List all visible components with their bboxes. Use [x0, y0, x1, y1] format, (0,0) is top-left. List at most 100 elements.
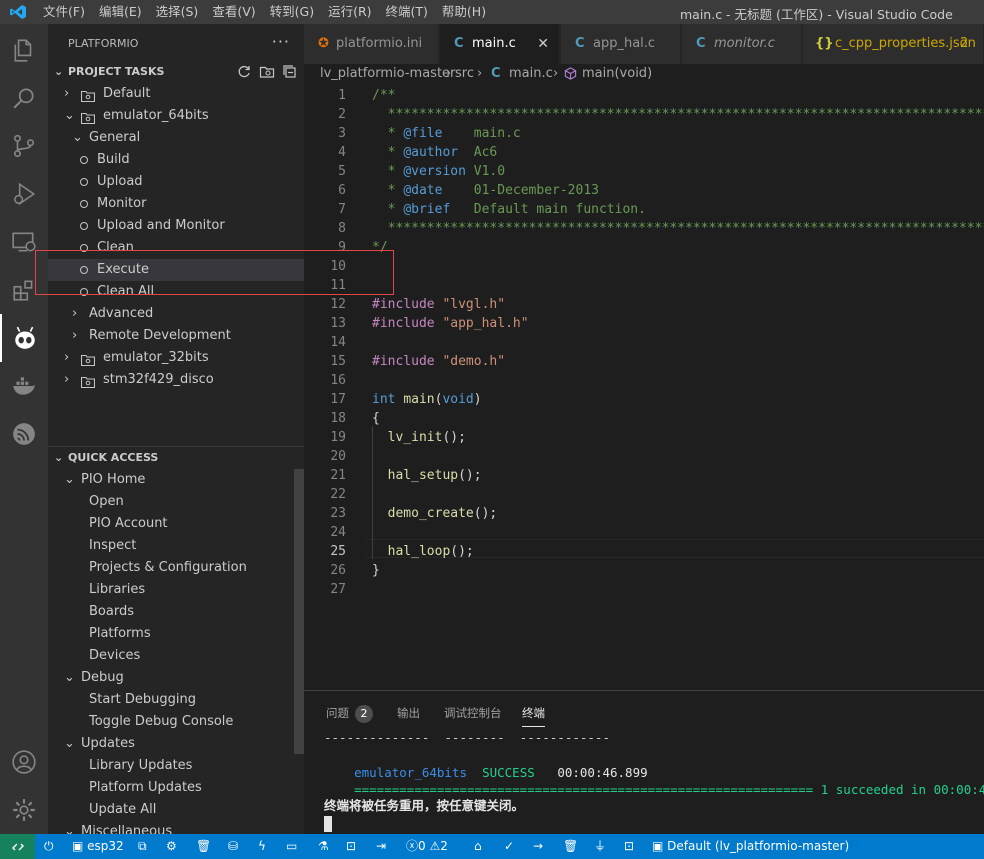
c-file-icon: C	[454, 36, 464, 51]
line-number: 2	[338, 107, 346, 122]
project-env-default[interactable]: ▣ Default (lv_platformio-master)	[652, 834, 849, 859]
device-icon[interactable]: ▭	[286, 834, 297, 859]
menu-edit[interactable]: 编辑(E)	[92, 0, 149, 24]
remote-explorer-icon	[12, 232, 36, 252]
env-emulator-64bits[interactable]: ⌄ emulator_64bits	[48, 105, 304, 127]
env-default[interactable]: › Default	[48, 83, 304, 105]
qa-update-all[interactable]: Update All	[48, 799, 304, 821]
qa-library-updates[interactable]: Library Updates	[48, 755, 304, 777]
espressif-button[interactable]	[0, 410, 48, 458]
breadcrumb-symbol[interactable]: main(void)	[582, 65, 652, 83]
code-token: hal_setup	[387, 468, 459, 483]
new-folder-icon[interactable]	[259, 64, 275, 80]
tab-app-hal-c[interactable]: C app_hal.c	[561, 24, 681, 64]
qa-open[interactable]: Open	[48, 491, 304, 513]
panel-tab-problems[interactable]: 问题 2	[326, 705, 373, 723]
qa-platform-updates[interactable]: Platform Updates	[48, 777, 304, 799]
menu-run[interactable]: 运行(R)	[321, 0, 378, 24]
database-icon[interactable]: ⛁	[228, 834, 238, 859]
task-upload-and-monitor[interactable]: Upload and Monitor	[48, 215, 304, 237]
menu-go[interactable]: 转到(G)	[263, 0, 321, 24]
task-upload[interactable]: Upload	[48, 171, 304, 193]
espressif-icon	[13, 423, 35, 445]
tab-c-cpp-properties-json[interactable]: {} c_cpp_properties.json 2	[803, 24, 984, 64]
remote-icon	[11, 843, 24, 850]
explorer-button[interactable]	[0, 26, 48, 74]
qa-updates[interactable]: ⌄ Updates	[48, 733, 304, 755]
more-actions-button[interactable]: ···	[272, 32, 290, 51]
code-line: * @date 01-December-2013	[372, 181, 599, 200]
group-remote-development[interactable]: › Remote Development	[48, 325, 304, 347]
close-tab-icon[interactable]: ✕	[537, 24, 549, 64]
qa-pio-account[interactable]: PIO Account	[48, 513, 304, 535]
gear-settings-icon[interactable]: ⚙	[166, 834, 177, 859]
remote-indicator-button[interactable]	[0, 834, 35, 859]
menu-terminal[interactable]: 终端(T)	[379, 0, 435, 24]
project-env-switcher[interactable]: ▣ esp32	[72, 834, 124, 859]
refresh-icon[interactable]	[236, 64, 252, 80]
flask-icon[interactable]: ⚗	[318, 834, 329, 859]
manage-button[interactable]	[0, 786, 48, 834]
qa-start-debugging[interactable]: Start Debugging	[48, 689, 304, 711]
menu-file[interactable]: 文件(F)	[36, 0, 92, 24]
sidebar-scrollbar[interactable]	[294, 469, 304, 754]
group-advanced[interactable]: › Advanced	[48, 303, 304, 325]
chevron-down-icon: ⌄	[54, 451, 64, 464]
docker-button[interactable]	[0, 362, 48, 410]
menu-view[interactable]: 查看(V)	[205, 0, 262, 24]
upload-arrow-icon[interactable]: →	[533, 834, 543, 859]
qa-inspect[interactable]: Inspect	[48, 535, 304, 557]
qa-pio-home[interactable]: ⌄ PIO Home	[48, 469, 304, 491]
panel-tab-terminal[interactable]: 终端	[522, 705, 545, 727]
env-emulator-32bits[interactable]: › emulator_32bits	[48, 347, 304, 369]
task-build[interactable]: Build	[48, 149, 304, 171]
panel-tab-debug-console[interactable]: 调试控制台	[444, 705, 502, 721]
qa-libraries[interactable]: Libraries	[48, 579, 304, 601]
qa-toggle-debug-console[interactable]: Toggle Debug Console	[48, 711, 304, 733]
tab-platformio-ini[interactable]: ✪ platformio.ini	[304, 24, 439, 64]
upload-icon[interactable]: ⇥	[376, 834, 386, 859]
panel-tab-output[interactable]: 输出	[397, 705, 420, 721]
code-editor[interactable]: 1/** 2 **********************************…	[304, 86, 984, 690]
search-button[interactable]	[0, 74, 48, 122]
qa-debug[interactable]: ⌄ Debug	[48, 667, 304, 689]
group-general[interactable]: ⌄ General	[48, 127, 304, 149]
line-number: 8	[338, 221, 346, 236]
qa-devices[interactable]: Devices	[48, 645, 304, 667]
tree-label: Debug	[81, 670, 124, 685]
collapse-all-icon[interactable]	[282, 64, 298, 80]
build-check-icon[interactable]: ✓	[504, 834, 514, 859]
code-token: *	[372, 202, 404, 217]
new-terminal-icon[interactable]: ⊡	[624, 834, 634, 859]
quick-access-header[interactable]: ⌄ QUICK ACCESS	[48, 447, 304, 469]
code-line: #include "app_hal.h"	[372, 314, 529, 333]
menu-selection[interactable]: 选择(S)	[149, 0, 206, 24]
pio-home-plug-icon[interactable]: ⏻	[44, 834, 54, 859]
env-stm32f429-disco[interactable]: › stm32f429_disco	[48, 369, 304, 391]
trash-icon[interactable]: 🗑	[196, 834, 211, 859]
home-icon[interactable]: ⌂	[474, 834, 482, 859]
task-monitor[interactable]: Monitor	[48, 193, 304, 215]
plug-icon[interactable]: ϟ	[258, 834, 266, 859]
breadcrumb-file[interactable]: main.c	[509, 65, 553, 83]
qa-miscellaneous[interactable]: ⌄ Miscellaneous	[48, 821, 304, 834]
clean-trash-icon[interactable]: 🗑	[563, 834, 578, 859]
accounts-button[interactable]	[0, 738, 48, 786]
terminal-icon[interactable]: ⊡	[346, 834, 356, 859]
serial-monitor-plug-icon[interactable]: ⏚	[594, 834, 606, 859]
breadcrumb-dir[interactable]: src	[455, 65, 474, 83]
tree-label: Updates	[81, 736, 135, 751]
open-files-icon[interactable]: ⧉	[138, 834, 147, 859]
source-control-button[interactable]	[0, 122, 48, 170]
qa-platforms[interactable]: Platforms	[48, 623, 304, 645]
menu-help[interactable]: 帮助(H)	[435, 0, 493, 24]
breadcrumb-root[interactable]: lv_platformio-master	[320, 65, 455, 83]
line-number: 4	[338, 145, 346, 160]
platformio-button[interactable]	[0, 314, 48, 362]
run-debug-button[interactable]	[0, 170, 48, 218]
problems-indicator[interactable]: ⓧ0 ⚠2	[406, 834, 448, 859]
tab-main-c[interactable]: C main.c ✕	[440, 24, 560, 64]
qa-projects-configuration[interactable]: Projects & Configuration	[48, 557, 304, 579]
qa-boards[interactable]: Boards	[48, 601, 304, 623]
tab-monitor-c[interactable]: C monitor.c	[682, 24, 802, 64]
